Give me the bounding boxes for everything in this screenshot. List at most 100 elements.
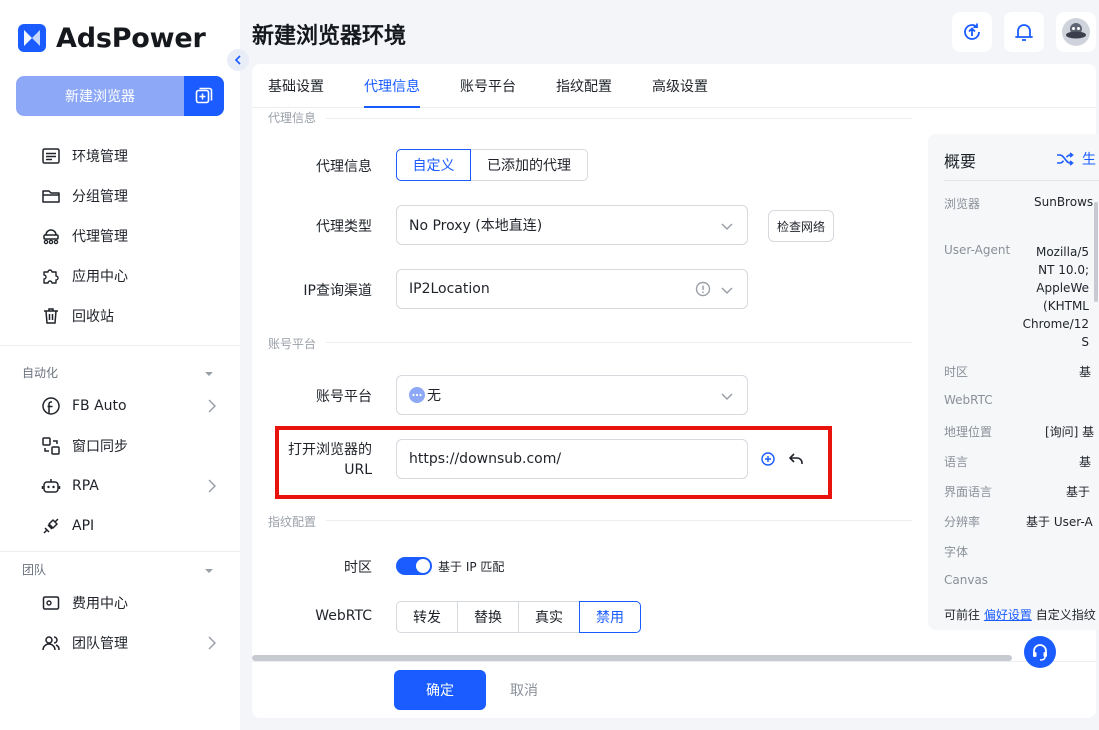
proxy-type-label: 代理类型 xyxy=(316,219,372,235)
tab-advanced[interactable]: 高级设置 xyxy=(652,76,708,108)
sidebar: AdsPower 新建浏览器 环境管理 分组管理 代理管理 应用中心 回收站 自… xyxy=(0,0,240,730)
proxy-info-custom[interactable]: 自定义 xyxy=(396,149,471,181)
app-logo[interactable]: AdsPower xyxy=(18,22,206,54)
automation-section-title[interactable]: 自动化 xyxy=(22,364,218,381)
sidebar-item-rpa[interactable]: RPA xyxy=(40,475,220,497)
avatar xyxy=(1062,18,1090,46)
summary-value: 基 xyxy=(1078,455,1091,469)
account-group-title: 账号平台 xyxy=(268,337,317,351)
timezone-label: 时区 xyxy=(344,560,372,576)
summary-key: WebRTC xyxy=(944,393,993,407)
avatar-button[interactable] xyxy=(1056,12,1096,52)
account-platform-select[interactable]: 无 xyxy=(396,375,748,415)
chevron-down-icon xyxy=(721,219,733,235)
sidebar-item-label: FB Auto xyxy=(72,398,127,414)
generate-button[interactable]: 生 xyxy=(1056,149,1096,169)
summary-key: User-Agent xyxy=(944,243,1011,257)
footer-divider xyxy=(252,661,1096,662)
sidebar-item-fbauto[interactable]: FB Auto xyxy=(40,395,220,417)
sync-icon xyxy=(40,435,62,457)
support-button[interactable] xyxy=(1024,636,1056,668)
sidebar-item-trash[interactable]: 回收站 xyxy=(40,305,220,327)
ua-line: NT 10.0; xyxy=(1038,263,1089,277)
ip-channel-value: IP2Location xyxy=(409,281,490,297)
group-divider xyxy=(326,118,912,119)
team-section-title[interactable]: 团队 xyxy=(22,561,218,578)
tab-fingerprint[interactable]: 指纹配置 xyxy=(556,76,612,108)
summary-key: 时区 xyxy=(944,365,969,379)
summary-scrollbar[interactable] xyxy=(1094,202,1098,302)
trash-icon xyxy=(40,305,62,327)
chevron-left-icon xyxy=(234,55,241,65)
sidebar-item-team[interactable]: 团队管理 xyxy=(40,632,220,654)
tab-proxy[interactable]: 代理信息 xyxy=(364,76,420,108)
sidebar-item-apps[interactable]: 应用中心 xyxy=(40,265,220,287)
summary-value: 基于 User-A xyxy=(1026,515,1093,529)
sidebar-divider xyxy=(0,345,240,346)
highlight-box xyxy=(275,426,832,499)
footer-suffix: 自定义指纹 xyxy=(1035,608,1096,622)
webrtc-disabled[interactable]: 禁用 xyxy=(579,601,641,633)
proxy-type-select[interactable]: No Proxy (本地直连) xyxy=(396,205,748,245)
webrtc-segment: 转发 替换 真实 禁用 xyxy=(396,601,641,633)
webrtc-real[interactable]: 真实 xyxy=(518,601,580,633)
preferences-link[interactable]: 偏好设置 xyxy=(984,608,1032,622)
summary-value: 基于 xyxy=(1066,485,1091,499)
tab-bar: 基础设置 代理信息 账号平台 指纹配置 高级设置 xyxy=(252,64,1096,108)
timezone-toggle[interactable] xyxy=(396,557,432,575)
new-browser-group: 新建浏览器 xyxy=(16,76,224,116)
wallet-icon xyxy=(40,592,62,614)
update-button[interactable] xyxy=(952,12,992,52)
chevron-down-icon xyxy=(721,283,733,299)
sidebar-item-label: 应用中心 xyxy=(72,269,128,285)
sidebar-item-env[interactable]: 环境管理 xyxy=(40,145,220,167)
plus-square-icon xyxy=(195,87,213,104)
robot-icon xyxy=(40,475,62,497)
ip-channel-select[interactable]: IP2Location xyxy=(396,269,748,309)
account-platform-label: 账号平台 xyxy=(316,389,372,405)
add-browser-button[interactable] xyxy=(184,76,224,116)
summary-key: 浏览器 xyxy=(944,197,981,211)
sidebar-item-sync[interactable]: 窗口同步 xyxy=(40,435,220,457)
sidebar-item-proxy[interactable]: 代理管理 xyxy=(40,225,220,247)
footer-prefix: 可前往 xyxy=(944,608,981,622)
ua-line: Chrome/12 xyxy=(1022,317,1089,331)
more-dots-icon xyxy=(409,387,425,403)
confirm-button[interactable]: 确定 xyxy=(394,670,486,710)
sidebar-item-api[interactable]: API xyxy=(40,515,220,537)
summary-key: 字体 xyxy=(944,545,969,559)
summary-key: 分辨率 xyxy=(944,515,981,529)
team-icon xyxy=(40,632,62,654)
tab-account[interactable]: 账号平台 xyxy=(460,76,516,108)
chevron-right-icon xyxy=(208,479,217,497)
webrtc-replace[interactable]: 替换 xyxy=(457,601,519,633)
webrtc-forward[interactable]: 转发 xyxy=(396,601,458,633)
sidebar-item-label: 回收站 xyxy=(72,309,114,325)
proxy-info-added[interactable]: 已添加的代理 xyxy=(470,149,588,181)
generate-label: 生 xyxy=(1082,152,1096,168)
proxy-group-title: 代理信息 xyxy=(268,111,317,125)
headset-icon xyxy=(1033,644,1047,661)
sidebar-item-billing[interactable]: 费用中心 xyxy=(40,592,220,614)
caret-down-icon xyxy=(204,367,214,381)
bell-icon xyxy=(1015,24,1033,41)
summary-key: 语言 xyxy=(944,455,969,469)
proxy-info-segment: 自定义 已添加的代理 xyxy=(396,149,588,181)
cancel-button[interactable]: 取消 xyxy=(494,670,554,710)
notifications-button[interactable] xyxy=(1004,12,1044,52)
tab-basic[interactable]: 基础设置 xyxy=(268,76,324,108)
shuffle-icon xyxy=(1057,152,1074,166)
timezone-value: 基于 IP 匹配 xyxy=(438,560,505,574)
sidebar-item-label: RPA xyxy=(72,478,99,494)
summary-divider xyxy=(944,180,1099,181)
summary-key: Canvas xyxy=(944,573,989,587)
info-icon[interactable] xyxy=(695,281,711,301)
collapse-sidebar-button[interactable] xyxy=(227,49,249,71)
sidebar-item-groups[interactable]: 分组管理 xyxy=(40,185,220,207)
sidebar-item-label: 代理管理 xyxy=(72,229,128,245)
proxy-info-label: 代理信息 xyxy=(316,159,372,175)
list-icon xyxy=(40,145,62,167)
summary-value: SunBrows xyxy=(1034,195,1094,209)
new-browser-button[interactable]: 新建浏览器 xyxy=(16,76,184,116)
check-network-button[interactable]: 检查网络 xyxy=(768,210,834,242)
